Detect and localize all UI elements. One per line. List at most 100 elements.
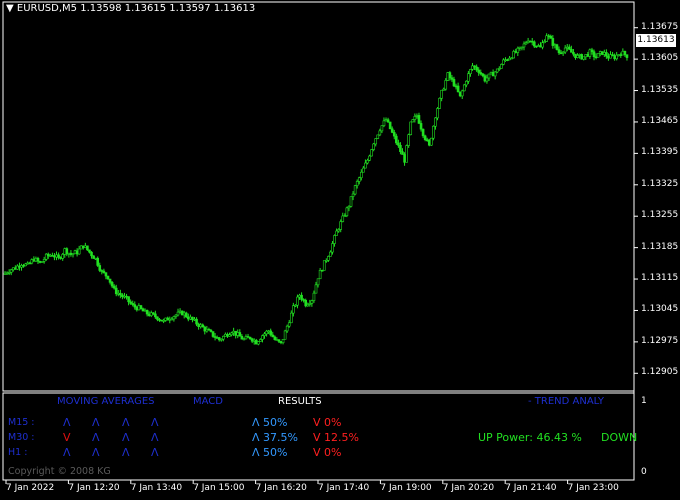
- candle-body: [259, 339, 262, 342]
- candle-body: [329, 251, 332, 257]
- candle-body: [522, 43, 526, 48]
- candle-body: [438, 97, 441, 109]
- candle-body: [139, 305, 143, 310]
- candle-body: [133, 304, 137, 308]
- candle-body: [127, 296, 130, 303]
- timeframe-label: M15 :: [8, 417, 35, 428]
- candle-body: [508, 57, 511, 61]
- candle-body: [271, 334, 275, 338]
- candle-body: [238, 332, 242, 337]
- candle-body: [26, 262, 29, 265]
- candle-body: [24, 263, 27, 267]
- candle-body: [609, 54, 612, 59]
- candle-body: [547, 35, 551, 38]
- candle-body: [347, 206, 351, 209]
- signal-arrow: Λ: [151, 416, 159, 429]
- candle-body: [594, 56, 598, 59]
- candle-body: [277, 339, 281, 342]
- sub-axis-bottom: 0: [641, 467, 647, 477]
- candle-body: [164, 317, 167, 321]
- signal-arrow: Λ: [122, 431, 130, 444]
- candle-body: [246, 336, 250, 338]
- candle-body: [203, 326, 207, 332]
- price-axis-label: 1.13535: [641, 84, 679, 95]
- candle-body: [409, 121, 413, 135]
- candle-body: [143, 309, 147, 312]
- signal-arrow: Λ: [122, 446, 130, 459]
- candle-body: [625, 54, 629, 58]
- candle-body: [121, 294, 124, 298]
- candle-body: [304, 299, 308, 307]
- candle-body: [92, 255, 95, 259]
- candle-body: [335, 230, 338, 236]
- candle-body: [38, 260, 42, 263]
- candle-body: [442, 88, 445, 91]
- candle-body: [267, 330, 270, 333]
- candle-body: [535, 45, 538, 48]
- signal-arrow: Λ: [92, 431, 100, 444]
- candle-body: [71, 253, 75, 256]
- candle-body: [172, 316, 176, 320]
- candle-body: [287, 322, 291, 327]
- time-axis-label: 7 Jan 2022: [6, 483, 55, 493]
- result-down: V 0%: [313, 416, 342, 429]
- candle-body: [561, 51, 565, 54]
- candle-body: [215, 337, 219, 339]
- candle-body: [619, 54, 623, 56]
- candle-body: [180, 310, 184, 316]
- candle-body: [125, 295, 128, 298]
- candle-body: [197, 323, 200, 327]
- candle-body: [69, 252, 73, 255]
- candle-body: [553, 44, 557, 46]
- timeframe-label: M30 :: [8, 432, 35, 443]
- candle-body: [191, 316, 194, 321]
- candle-body: [108, 278, 112, 283]
- candle-body: [423, 135, 427, 141]
- candle-body: [53, 255, 56, 258]
- candle-body: [322, 260, 326, 271]
- candle-body: [378, 130, 382, 136]
- candle-body: [364, 162, 367, 169]
- candle-body: [479, 72, 483, 75]
- candle-body: [357, 177, 361, 182]
- price-axis-label: 1.13675: [641, 21, 679, 32]
- candle-body: [67, 252, 71, 255]
- result-up: Λ 37.5%: [252, 431, 298, 444]
- timeframe-label: H1 :: [8, 447, 28, 458]
- candle-body: [341, 215, 345, 222]
- candle-body: [178, 310, 182, 313]
- candle-body: [174, 314, 178, 317]
- candle-body: [30, 259, 34, 264]
- candle-body: [565, 46, 569, 49]
- candle-body: [615, 54, 618, 60]
- candle-body: [485, 77, 489, 82]
- time-axis-label: 7 Jan 13:40: [130, 483, 183, 493]
- candle-body: [88, 249, 91, 253]
- candle-body: [518, 46, 522, 49]
- candlestick-series: [3, 33, 629, 346]
- candle-body: [397, 142, 400, 146]
- ohlc-low: 1.13597: [169, 3, 211, 14]
- candle-body: [5, 272, 9, 275]
- candle-body: [79, 245, 83, 250]
- candle-body: [520, 46, 524, 49]
- chart-dropdown-icon[interactable]: ▼: [6, 3, 14, 14]
- candle-body: [623, 50, 627, 55]
- candle-body: [355, 181, 359, 186]
- candle-body: [497, 68, 501, 70]
- current-price-marker: 1.13613: [636, 34, 676, 47]
- candle-body: [57, 254, 60, 258]
- candle-body: [211, 331, 215, 337]
- candle-body: [201, 324, 205, 328]
- candle-body: [475, 66, 478, 71]
- candle-body: [592, 51, 596, 58]
- candle-body: [460, 90, 464, 97]
- candle-body: [337, 229, 340, 232]
- candle-body: [574, 53, 577, 58]
- candle-body: [114, 287, 118, 295]
- candle-body: [147, 313, 151, 316]
- candle-body: [14, 267, 17, 270]
- candle-body: [427, 139, 431, 146]
- result-up: Λ 50%: [252, 416, 288, 429]
- ohlc-open: 1.13598: [80, 3, 122, 14]
